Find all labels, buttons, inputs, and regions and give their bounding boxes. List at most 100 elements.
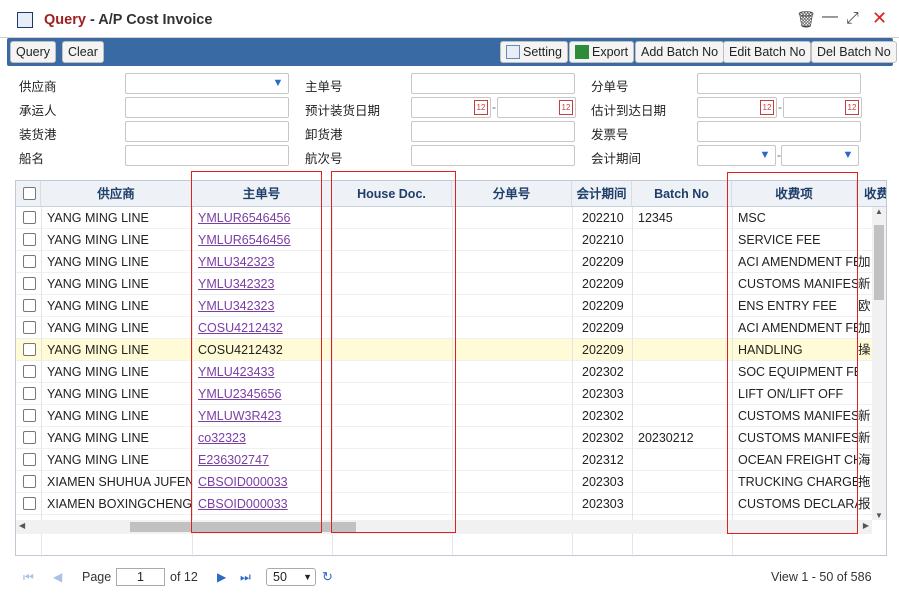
- pol-input[interactable]: [125, 121, 289, 142]
- scroll-left-icon[interactable]: ◀: [19, 521, 25, 530]
- cell-period: 202303: [582, 387, 624, 401]
- row-checkbox[interactable]: [23, 409, 36, 422]
- mbl-input[interactable]: [411, 73, 575, 94]
- cell-batch: [638, 295, 728, 317]
- invoice-input[interactable]: [697, 121, 861, 142]
- search-document-icon: [17, 12, 33, 28]
- col-period[interactable]: 会计期间: [572, 181, 632, 206]
- first-page-icon[interactable]: ⏮: [23, 570, 34, 585]
- maximize-icon[interactable]: ⤢: [846, 10, 859, 28]
- vessel-input[interactable]: [125, 145, 289, 166]
- pod-input[interactable]: [411, 121, 575, 142]
- highlight-box-mbl: [191, 171, 322, 533]
- cell-period: 202209: [582, 255, 624, 269]
- next-page-icon[interactable]: ▶: [217, 570, 226, 584]
- cell-fee-cn: [858, 361, 872, 383]
- row-checkbox[interactable]: [23, 431, 36, 444]
- row-checkbox[interactable]: [23, 321, 36, 334]
- cell-supplier: YANG MING LINE: [47, 409, 149, 423]
- prev-page-icon[interactable]: ◀: [53, 570, 62, 584]
- refresh-icon[interactable]: ↻: [322, 569, 333, 585]
- scroll-right-icon[interactable]: ▶: [863, 521, 869, 530]
- row-checkbox[interactable]: [23, 365, 36, 378]
- cell-supplier: YANG MING LINE: [47, 211, 149, 225]
- carrier-label: 承运人: [19, 104, 57, 118]
- select-all-checkbox[interactable]: [23, 187, 36, 200]
- cell-supplier: YANG MING LINE: [47, 343, 149, 357]
- cell-batch: [638, 317, 728, 339]
- carrier-input[interactable]: [125, 97, 289, 118]
- hbl-label: 分单号: [591, 80, 629, 94]
- row-checkbox[interactable]: [23, 277, 36, 290]
- etd-to-input[interactable]: 12: [497, 97, 576, 118]
- cell-fee-cn: 新: [858, 277, 871, 291]
- close-icon[interactable]: ✕: [872, 8, 887, 29]
- col-divider: [632, 207, 633, 557]
- vertical-scrollbar[interactable]: ▲ ▼: [872, 207, 886, 520]
- etd-from-input[interactable]: 12: [411, 97, 491, 118]
- col-batch[interactable]: Batch No: [632, 181, 732, 206]
- title-rest: - A/P Cost Invoice: [85, 12, 213, 28]
- calendar-icon[interactable]: 12: [559, 100, 573, 115]
- calendar-icon[interactable]: 12: [760, 100, 774, 115]
- row-checkbox[interactable]: [23, 453, 36, 466]
- cell-supplier: YANG MING LINE: [47, 453, 149, 467]
- period-from-select[interactable]: ▼: [697, 145, 776, 166]
- export-button[interactable]: Export: [569, 41, 635, 63]
- row-checkbox[interactable]: [23, 299, 36, 312]
- row-checkbox[interactable]: [23, 211, 36, 224]
- setting-button[interactable]: Setting: [500, 41, 568, 63]
- add-batch-button[interactable]: Add Batch No: [635, 41, 725, 63]
- row-checkbox[interactable]: [23, 343, 36, 356]
- cell-batch: [638, 405, 728, 427]
- cell-batch: [638, 471, 728, 493]
- cell-supplier: YANG MING LINE: [47, 255, 149, 269]
- row-checkbox[interactable]: [23, 497, 36, 510]
- trash-icon[interactable]: 🗑: [796, 10, 816, 30]
- last-page-icon[interactable]: ⏭: [240, 570, 251, 585]
- cell-fee-cn: 加: [858, 255, 871, 269]
- toolbar: Query Clear Setting Export Add Batch No …: [7, 38, 897, 66]
- cell-batch: [638, 229, 728, 251]
- calendar-icon[interactable]: 12: [845, 100, 859, 115]
- eta-from-input[interactable]: 12: [697, 97, 777, 118]
- calendar-icon[interactable]: 12: [474, 100, 488, 115]
- cell-fee-cn: [858, 207, 872, 229]
- minimize-icon[interactable]: —: [822, 8, 838, 26]
- cell-period: 202209: [582, 299, 624, 313]
- highlight-box-house-doc: [331, 171, 456, 533]
- clear-button[interactable]: Clear: [62, 41, 104, 63]
- row-checkbox[interactable]: [23, 255, 36, 268]
- del-batch-button[interactable]: Del Batch No: [811, 41, 897, 63]
- scroll-up-icon[interactable]: ▲: [875, 207, 883, 216]
- page-number-input[interactable]: 1: [116, 568, 165, 586]
- hbl-input[interactable]: [697, 73, 861, 94]
- cell-period: 202302: [582, 431, 624, 445]
- cell-fee-cn: 新: [858, 431, 871, 445]
- cell-supplier: YANG MING LINE: [47, 365, 149, 379]
- cell-period: 202210: [582, 211, 624, 225]
- col-hbl[interactable]: 分单号: [452, 181, 572, 206]
- row-checkbox[interactable]: [23, 387, 36, 400]
- eta-label: 估计到达日期: [591, 104, 667, 118]
- etd-label: 预计装货日期: [305, 104, 381, 118]
- page-size-select[interactable]: 50 ▼: [266, 568, 316, 586]
- scroll-down-icon[interactable]: ▼: [875, 511, 883, 520]
- col-fee-cn[interactable]: 收费: [857, 181, 886, 206]
- supplier-select[interactable]: ▼: [125, 73, 289, 94]
- eta-to-input[interactable]: 12: [783, 97, 862, 118]
- voyage-input[interactable]: [411, 145, 575, 166]
- edit-batch-button[interactable]: Edit Batch No: [723, 41, 812, 63]
- cell-period: 202303: [582, 497, 624, 511]
- cell-batch: 12345: [638, 211, 673, 225]
- col-supplier[interactable]: 供应商: [41, 181, 192, 206]
- vertical-scroll-thumb[interactable]: [874, 225, 884, 300]
- row-checkbox[interactable]: [23, 475, 36, 488]
- row-checkbox[interactable]: [23, 233, 36, 246]
- query-button[interactable]: Query: [10, 41, 57, 63]
- period-to-select[interactable]: ▼: [781, 145, 859, 166]
- cell-fee-cn: 报: [858, 497, 871, 511]
- cell-fee-cn: [858, 383, 872, 405]
- chevron-down-icon: ▼: [272, 77, 284, 89]
- cell-fee-cn: 海: [858, 453, 871, 467]
